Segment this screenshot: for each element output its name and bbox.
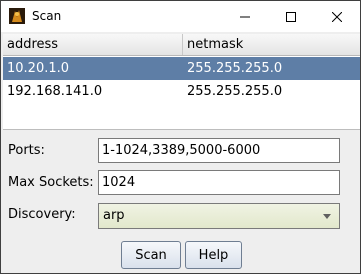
netmask-cell: 255.255.255.0 — [187, 84, 283, 99]
address-cell: 10.20.1.0 — [7, 61, 70, 76]
scan-window: Scan address netmask 10.20.1.0 255.255.2… — [0, 0, 361, 274]
table-row[interactable]: 10.20.1.0 255.255.255.0 — [3, 57, 360, 80]
discovery-selected-value: arp — [103, 208, 125, 223]
app-icon — [9, 8, 25, 24]
window-title: Scan — [32, 9, 62, 23]
ports-label: Ports: — [8, 143, 45, 158]
column-header-address[interactable]: address — [3, 34, 183, 55]
discovery-select[interactable]: arp — [98, 203, 340, 229]
max-sockets-input[interactable] — [98, 170, 340, 195]
title-bar: Scan — [1, 1, 360, 32]
network-table: address netmask 10.20.1.0 255.255.255.0 … — [3, 34, 360, 130]
close-button[interactable] — [314, 1, 360, 32]
table-header: address netmask — [3, 34, 360, 56]
minimize-button[interactable] — [222, 1, 268, 32]
ports-input[interactable] — [98, 138, 340, 163]
minimize-icon — [240, 16, 250, 17]
chevron-down-icon[interactable] — [323, 214, 331, 219]
maximize-button[interactable] — [268, 1, 314, 32]
help-button[interactable]: Help — [185, 241, 242, 269]
address-cell: 192.168.141.0 — [7, 84, 103, 99]
discovery-label: Discovery: — [8, 207, 76, 222]
column-header-netmask[interactable]: netmask — [183, 34, 360, 55]
maximize-icon — [286, 11, 296, 22]
close-icon — [332, 11, 342, 22]
scan-button[interactable]: Scan — [121, 241, 181, 269]
max-sockets-label: Max Sockets: — [8, 175, 94, 190]
netmask-cell: 255.255.255.0 — [187, 61, 283, 76]
table-row[interactable]: 192.168.141.0 255.255.255.0 — [3, 80, 360, 103]
